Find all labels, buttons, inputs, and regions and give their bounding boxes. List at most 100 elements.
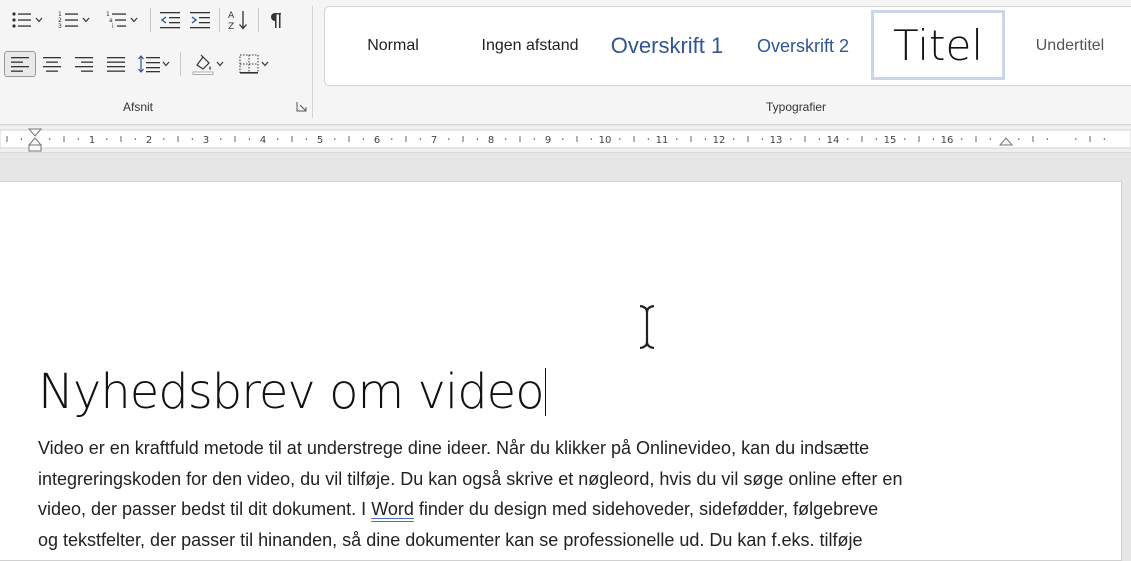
- toolbar-separator: [150, 8, 151, 32]
- body-text-segment: finder du design med sidehoveder, sidefø…: [413, 499, 879, 519]
- ruler-tick: [1089, 136, 1091, 142]
- ruler-number: 1: [89, 135, 95, 146]
- ruler-tick: [1103, 138, 1105, 140]
- proofing-marked-word[interactable]: Word: [371, 499, 414, 519]
- chevron-down-icon: [261, 61, 269, 67]
- numbering-icon: 1 2 3: [58, 11, 78, 30]
- ruler-tick: [391, 138, 393, 140]
- styles-gallery: Normal Ingen afstand Overskrift 1 Oversk…: [324, 6, 1131, 86]
- ruler-tick: [462, 136, 464, 142]
- ruler-tick: [448, 138, 450, 140]
- ruler-tick: [875, 138, 877, 140]
- pilcrow-icon: [271, 13, 281, 28]
- ruler-number: 4: [260, 135, 266, 146]
- sort-button[interactable]: A Z: [224, 7, 254, 33]
- ruler-number: 11: [656, 135, 669, 146]
- ruler-number: 9: [545, 135, 551, 146]
- body-text-segment: video, der passer bedst til dit dokument…: [38, 499, 372, 519]
- text-caret: [544, 368, 547, 416]
- body-line: integreringskoden for den video, du vil …: [38, 468, 903, 489]
- paragraph-row-2: [4, 50, 277, 78]
- ruler-number: 15: [884, 135, 897, 146]
- align-left-button[interactable]: [4, 51, 36, 77]
- ruler-number: 13: [770, 135, 783, 146]
- bullets-icon: [12, 12, 31, 28]
- ruler-tick: [861, 136, 863, 142]
- ruler-tick: [476, 138, 478, 140]
- ruler-tick: [49, 138, 51, 140]
- document-body[interactable]: Video er en kraftfuld metode til at unde…: [38, 433, 1028, 555]
- ruler-tick: [362, 138, 364, 140]
- ruler-tick: [1075, 138, 1077, 140]
- line-spacing-icon: [138, 55, 160, 73]
- svg-text:i: i: [112, 23, 114, 30]
- ruler-tick: [733, 138, 735, 140]
- ruler-tick: [633, 136, 635, 142]
- toolbar-separator: [219, 8, 220, 32]
- style-heading-2[interactable]: Overskrift 2: [735, 7, 871, 85]
- ruler-tick: [305, 138, 307, 140]
- align-right-icon: [75, 57, 93, 72]
- ruler-tick: [647, 138, 649, 140]
- shading-button[interactable]: [185, 51, 231, 77]
- numbering-button[interactable]: 1 2 3: [50, 7, 98, 33]
- chevron-down-icon: [216, 61, 224, 67]
- ruler-number: 8: [488, 135, 494, 146]
- multilevel-list-button[interactable]: 1 a i: [98, 7, 146, 33]
- increase-indent-button[interactable]: [185, 7, 215, 33]
- ruler-tick: [1032, 136, 1034, 142]
- ruler-tick: [989, 138, 991, 140]
- paragraph-group-label: Afsnit: [123, 100, 154, 114]
- ruler-tick: [120, 136, 122, 142]
- styles-group-label: Typografier: [766, 100, 827, 114]
- ruler-tick: [818, 138, 820, 140]
- ruler-tick: [847, 138, 849, 140]
- ruler-tick: [505, 138, 507, 140]
- style-heading-1[interactable]: Overskrift 1: [599, 7, 735, 85]
- ruler-tick: [790, 138, 792, 140]
- style-normal[interactable]: Normal: [325, 7, 461, 85]
- style-subtitle[interactable]: Undertitel: [1005, 7, 1131, 85]
- line-spacing-button[interactable]: [132, 51, 176, 77]
- align-right-button[interactable]: [68, 51, 100, 77]
- ruler-tick: [1046, 138, 1048, 140]
- body-line: Video er en kraftfuld metode til at unde…: [38, 438, 870, 458]
- increase-indent-icon: [190, 12, 210, 29]
- ruler-tick: [177, 136, 179, 142]
- dialog-launcher-icon[interactable]: [296, 101, 307, 112]
- ruler-tick: [918, 136, 920, 142]
- ruler-tick: [932, 138, 934, 140]
- document-title[interactable]: Nyhedsbrev om video: [38, 364, 547, 420]
- shading-icon: [192, 54, 214, 75]
- horizontal-ruler[interactable]: 1 2 3 4 5 6 7 8 9 10 11 12 13 14 15 16: [0, 126, 1131, 153]
- chevron-down-icon: [82, 17, 90, 23]
- ruler-tick: [576, 136, 578, 142]
- align-left-icon: [11, 57, 29, 72]
- body-line: video, der passer bedst til dit dokument…: [38, 494, 1028, 525]
- ruler-number: 5: [317, 135, 323, 146]
- show-formatting-button[interactable]: [263, 7, 289, 33]
- body-line: og tekstfelter, der passer til hinanden,…: [38, 529, 863, 550]
- ruler-tick: [747, 136, 749, 142]
- ruler-tick: [348, 136, 350, 142]
- ruler-tick: [163, 138, 165, 140]
- ruler-tick: [191, 138, 193, 140]
- sort-icon: A Z: [228, 11, 247, 31]
- borders-icon: [239, 54, 259, 74]
- decrease-indent-icon: [160, 12, 180, 29]
- style-title[interactable]: Titel: [871, 10, 1005, 80]
- ruler-tick: [590, 138, 592, 140]
- align-center-button[interactable]: [36, 51, 68, 77]
- ruler-number: 12: [713, 135, 726, 146]
- bullets-button[interactable]: [4, 7, 50, 33]
- decrease-indent-button[interactable]: [155, 7, 185, 33]
- borders-button[interactable]: [231, 51, 277, 77]
- ruler-tick: [106, 138, 108, 140]
- ruler-tick: [277, 138, 279, 140]
- ruler-tick: [533, 138, 535, 140]
- style-no-spacing[interactable]: Ingen afstand: [461, 7, 599, 85]
- justify-button[interactable]: [100, 51, 132, 77]
- ruler-tick: [220, 138, 222, 140]
- ruler-tick: [804, 136, 806, 142]
- align-center-icon: [43, 57, 61, 72]
